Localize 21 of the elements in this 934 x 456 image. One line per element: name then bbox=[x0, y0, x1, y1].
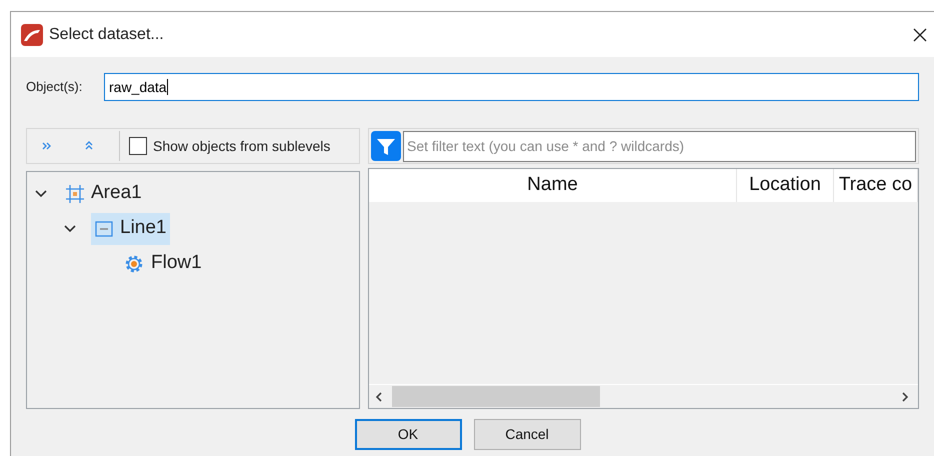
expand-all-icon[interactable] bbox=[41, 141, 53, 151]
column-header[interactable]: Name bbox=[369, 169, 737, 202]
tree-item[interactable]: Line1 bbox=[91, 212, 170, 244]
collapse-all-icon[interactable] bbox=[84, 140, 94, 152]
filter-icon[interactable] bbox=[371, 131, 401, 161]
field-label: Object(s): bbox=[26, 78, 84, 96]
objects-field[interactable]: raw_data bbox=[104, 73, 919, 101]
column-header[interactable]: Trace co bbox=[834, 169, 918, 202]
tree-item[interactable]: Flow1 bbox=[120, 248, 205, 280]
window-title: Select dataset... bbox=[49, 24, 164, 44]
column-header[interactable]: Location bbox=[737, 169, 834, 202]
area-icon bbox=[65, 184, 85, 204]
dialog-button[interactable]: OK bbox=[354, 419, 462, 450]
scroll-right-icon[interactable] bbox=[900, 390, 910, 402]
close-icon[interactable] bbox=[912, 26, 928, 42]
dialog-button[interactable]: Cancel bbox=[474, 419, 580, 450]
filter-field[interactable]: Set filter text (you can use * and ? wildcards) bbox=[403, 130, 916, 162]
scrollbar-thumb[interactable] bbox=[392, 386, 600, 407]
tree-item[interactable]: Area1 bbox=[62, 178, 145, 210]
scroll-left-icon[interactable] bbox=[374, 390, 384, 402]
app-logo-icon bbox=[21, 24, 43, 46]
